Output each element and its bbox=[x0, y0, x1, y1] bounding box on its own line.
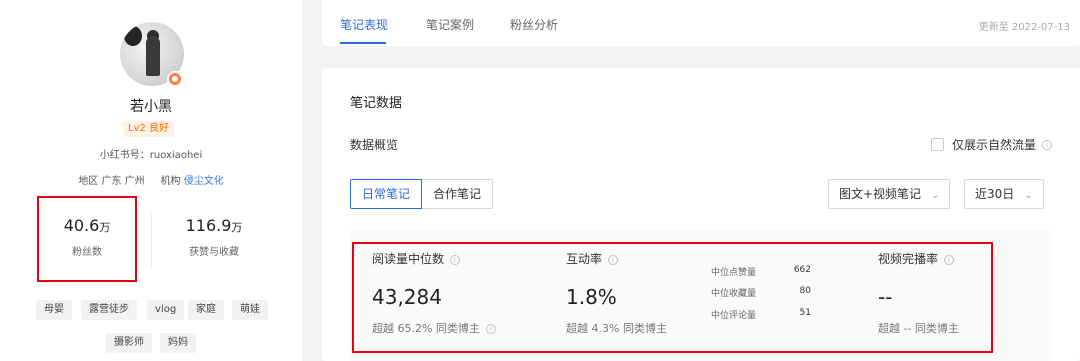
tag[interactable]: 摄影师 bbox=[106, 333, 152, 353]
region-value: 广东 广州 bbox=[101, 176, 145, 187]
likes-unit: 万 bbox=[231, 221, 243, 234]
natural-traffic-label: 仅展示自然流量 bbox=[951, 138, 1036, 152]
tag[interactable]: 母婴 bbox=[36, 300, 72, 320]
stat-divider bbox=[151, 214, 152, 268]
collab-notes-button[interactable]: 合作笔记 bbox=[422, 179, 494, 209]
likes-count: 116.9 bbox=[185, 216, 232, 235]
tab-note-cases[interactable]: 笔记案例 bbox=[426, 16, 474, 33]
chevron-down-icon: ⌄ bbox=[931, 190, 940, 201]
red-id: 小红书号：ruoxiaohei bbox=[0, 146, 302, 161]
red-id-label: 小红书号： bbox=[99, 150, 150, 161]
natural-traffic-toggle[interactable]: 仅展示自然流量 i bbox=[930, 136, 1052, 153]
location-agency: 地区 广东 广州 机构 侵尘文化 bbox=[0, 172, 302, 187]
metrics-highlight-box bbox=[352, 242, 993, 353]
agency-label: 机构 bbox=[160, 176, 181, 187]
profile-name: 若小黑 bbox=[130, 99, 172, 115]
natural-traffic-checkbox[interactable] bbox=[930, 138, 944, 151]
red-id-value: ruoxiaohei bbox=[149, 150, 203, 161]
overview-label: 数据概览 bbox=[350, 138, 399, 152]
chevron-down-icon: ⌄ bbox=[1024, 190, 1033, 201]
tag[interactable]: 妈妈 bbox=[160, 333, 196, 353]
update-date: 更新至 2022-07-13 bbox=[978, 22, 1070, 33]
tag[interactable]: 家庭 bbox=[188, 300, 224, 320]
daily-notes-button[interactable]: 日常笔记 bbox=[350, 179, 423, 209]
person-icon: ● bbox=[167, 71, 183, 87]
tag[interactable]: 露营徒步 bbox=[81, 300, 137, 320]
period-select[interactable]: 近30日 ⌄ bbox=[964, 179, 1044, 209]
period-value: 近30日 bbox=[975, 187, 1015, 201]
level-badge: Lv2 良好 bbox=[123, 121, 175, 137]
fans-highlight-box bbox=[37, 196, 137, 282]
note-type-segment: 日常笔记 合作笔记 bbox=[350, 179, 494, 209]
info-icon[interactable]: i bbox=[1042, 139, 1052, 150]
tab-note-performance[interactable]: 笔记表现 bbox=[340, 16, 388, 33]
avatar-figure bbox=[146, 36, 160, 76]
avatar-decoration bbox=[124, 26, 142, 46]
content-type-value: 图文+视频笔记 bbox=[839, 187, 922, 201]
region-label: 地区 bbox=[78, 176, 99, 187]
tag[interactable]: vlog bbox=[147, 300, 185, 320]
tab-fan-analysis[interactable]: 粉丝分析 bbox=[510, 16, 558, 33]
tag[interactable]: 萌娃 bbox=[232, 300, 268, 320]
likes-label: 获赞与收藏 bbox=[189, 247, 239, 258]
profile-panel: ● 若小黑 Lv2 良好 小红书号：ruoxiaohei 地区 广东 广州 机构… bbox=[0, 0, 302, 361]
agency-link[interactable]: 侵尘文化 bbox=[184, 176, 224, 187]
active-tab-indicator bbox=[340, 42, 386, 44]
tab-bar: 笔记表现 笔记案例 粉丝分析 更新至 2022-07-13 bbox=[322, 0, 1080, 46]
likes-stat: 116.9万 获赞与收藏 bbox=[164, 216, 264, 258]
section-title: 笔记数据 bbox=[350, 96, 403, 111]
content-type-select[interactable]: 图文+视频笔记 ⌄ bbox=[828, 179, 951, 209]
